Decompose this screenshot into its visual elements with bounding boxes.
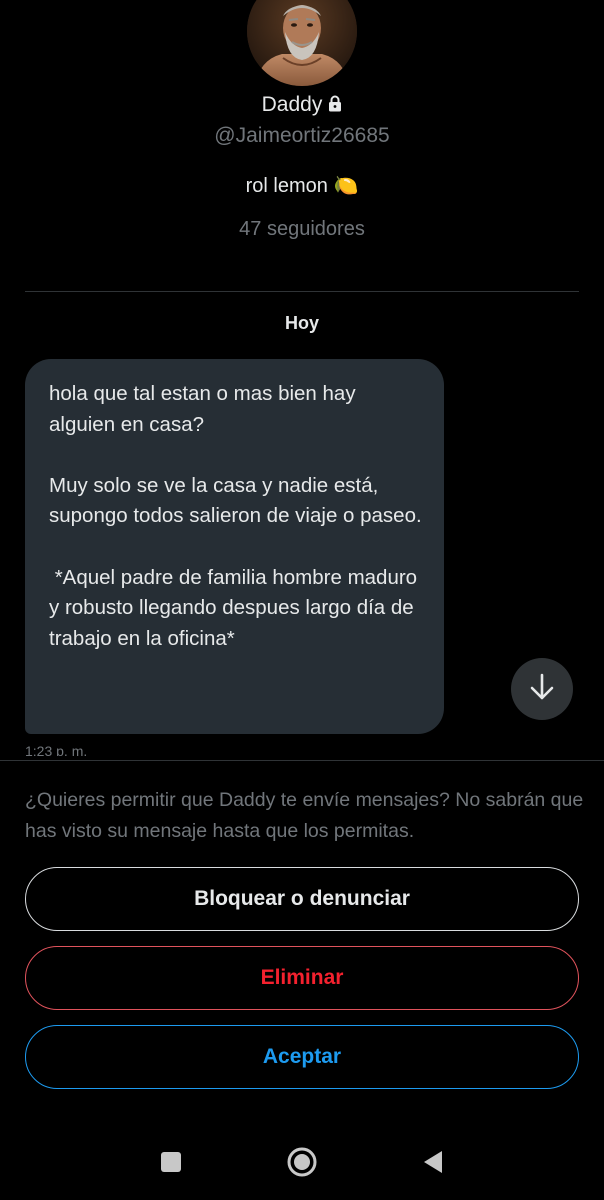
accept-label: Aceptar (262, 1045, 342, 1068)
delete-label: Eliminar (260, 966, 344, 989)
message-timestamp: 1:23 p. m. (25, 743, 88, 756)
date-separator: Hoy (284, 313, 319, 333)
divider (0, 760, 604, 761)
triangle-back-icon (422, 1150, 444, 1179)
accept-button[interactable]: Aceptar (25, 1025, 579, 1089)
square-icon (160, 1151, 182, 1178)
circle-icon (286, 1146, 318, 1183)
profile-name-row: Daddy (0, 93, 604, 118)
message-bubble[interactable]: hola que tal estan o mas bien hay alguie… (25, 359, 444, 734)
divider (25, 291, 579, 292)
block-or-report-label: Bloquear o denunciar (194, 887, 410, 910)
profile-bio: rol lemon 🍋 (245, 175, 359, 197)
nav-back-button[interactable] (413, 1150, 453, 1178)
nav-home-button[interactable] (282, 1147, 322, 1178)
block-or-report-button[interactable]: Bloquear o denunciar (25, 867, 579, 931)
scroll-to-bottom-button[interactable] (511, 658, 573, 720)
avatar[interactable] (247, 0, 357, 86)
message-request-text: ¿Quieres permitir que Daddy te envíe men… (25, 789, 584, 842)
delete-button[interactable]: Eliminar (25, 946, 579, 1010)
profile-header: Daddy @Jaimeortiz26685 rol lemon 🍋 47 se… (0, 0, 604, 292)
arrow-down-icon (529, 673, 555, 706)
system-navigation-bar (0, 1130, 604, 1200)
lock-icon (328, 94, 342, 118)
profile-followers[interactable]: 47 seguidores (0, 218, 604, 241)
profile-handle: @Jaimeortiz26685 (214, 124, 390, 147)
profile-name: Daddy (261, 93, 323, 116)
nav-recents-button[interactable] (151, 1150, 191, 1178)
